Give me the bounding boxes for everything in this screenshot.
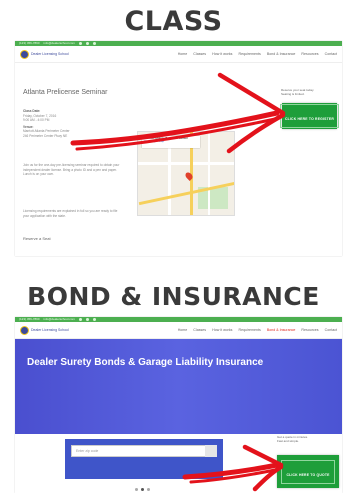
class-heading: CLASS [124, 6, 223, 37]
bond-insurance-page-screenshot: (123) 456-7890 info@dealerschool.com Dea… [15, 317, 342, 493]
bond-insurance-heading: BOND & INSURANCE [27, 282, 320, 311]
red-hand-drawn-arrow-icon [182, 444, 284, 492]
class-page-screenshot: (123) 456-7890 info@dealerschool.com Dea… [15, 41, 342, 256]
red-hand-drawn-arrow-icon [70, 72, 286, 154]
